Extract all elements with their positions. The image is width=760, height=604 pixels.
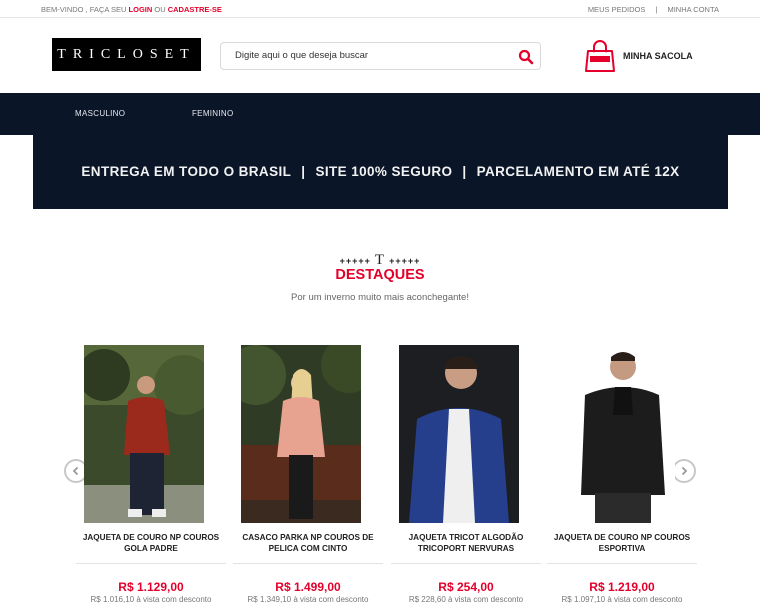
ornament-left: +++++ bbox=[339, 256, 371, 266]
divider bbox=[233, 563, 383, 564]
product-name-line1: JAQUETA DE COURO NP COUROS bbox=[82, 533, 220, 542]
welcome-prefix: BEM-VINDO , FAÇA SEU bbox=[41, 5, 129, 14]
banner-delivery: ENTREGA EM TODO O BRASIL bbox=[81, 164, 292, 179]
ornament-right: +++++ bbox=[389, 256, 421, 266]
product-price: R$ 1.219,00 bbox=[589, 580, 655, 594]
register-link[interactable]: CADASTRE-SE bbox=[168, 5, 222, 14]
divider bbox=[76, 563, 226, 564]
info-banner: ENTREGA EM TODO O BRASIL | SITE 100% SEGUR… bbox=[33, 135, 728, 209]
bag-label[interactable]: MINHA SACOLA bbox=[623, 51, 693, 61]
search-box[interactable] bbox=[220, 42, 541, 70]
search-input[interactable] bbox=[235, 50, 505, 61]
product-name[interactable]: JAQUETA TRICOT ALGODÃO TRICOPORT NERVURA… bbox=[391, 532, 541, 554]
account-links: MEUS PEDIDOS | MINHA CONTA bbox=[588, 5, 719, 14]
top-bar: BEM-VINDO , FAÇA SEU LOGIN OU CADASTRE-S… bbox=[0, 0, 760, 18]
carousel-next-button[interactable] bbox=[672, 459, 696, 483]
search-icon[interactable] bbox=[518, 49, 534, 65]
chevron-left-icon bbox=[72, 466, 79, 476]
section-title: DESTAQUES bbox=[335, 267, 425, 283]
product-photo[interactable] bbox=[84, 345, 204, 523]
ornament-mark: T bbox=[374, 252, 386, 268]
chevron-right-icon bbox=[681, 466, 688, 476]
section-subtitle: Por um inverno muito mais aconchegante! bbox=[291, 292, 469, 303]
shopping-bag-icon[interactable] bbox=[585, 40, 615, 72]
header: TRICLOSET MINHA SACOLA bbox=[0, 18, 760, 93]
my-orders-link[interactable]: MEUS PEDIDOS bbox=[588, 5, 646, 14]
banner-separator: | bbox=[301, 164, 306, 179]
product-name-line1: JAQUETA DE COURO NP COUROS bbox=[553, 533, 691, 542]
login-link[interactable]: LOGIN bbox=[129, 5, 153, 14]
banner-separator: | bbox=[462, 164, 467, 179]
nav-item-masculino[interactable]: MASCULINO bbox=[75, 109, 125, 118]
divider bbox=[391, 563, 541, 564]
product-price: R$ 1.129,00 bbox=[118, 580, 184, 594]
nav-item-feminino[interactable]: FEMININO bbox=[192, 109, 234, 118]
product-name-line2: ESPORTIVA bbox=[598, 544, 646, 553]
banner-secure: SITE 100% SEGURO bbox=[315, 164, 453, 179]
logo[interactable]: TRICLOSET bbox=[52, 38, 201, 71]
product-photo[interactable] bbox=[241, 345, 361, 523]
product-name-line1: JAQUETA TRICOT ALGODÃO bbox=[408, 533, 524, 542]
product-photo[interactable] bbox=[555, 345, 675, 523]
divider bbox=[547, 563, 697, 564]
product-price: R$ 254,00 bbox=[438, 580, 494, 594]
main-nav: MASCULINO FEMININO bbox=[0, 93, 760, 135]
product-name[interactable]: JAQUETA DE COURO NP COUROS ESPORTIVA bbox=[547, 532, 697, 554]
product-photo[interactable] bbox=[399, 345, 519, 523]
welcome-text: BEM-VINDO , FAÇA SEU LOGIN OU CADASTRE-S… bbox=[41, 5, 222, 14]
product-name-line2: TRICOPORT NERVURAS bbox=[417, 544, 515, 553]
product-name-line2: GOLA PADRE bbox=[124, 544, 178, 553]
product-price: R$ 1.499,00 bbox=[275, 580, 341, 594]
ornament: +++++ T +++++ bbox=[339, 252, 421, 268]
product-name[interactable]: CASACO PARKA NP COUROS DE PELICA COM CIN… bbox=[233, 532, 383, 554]
product-name-line1: CASACO PARKA NP COUROS DE bbox=[242, 533, 374, 542]
or-text: OU bbox=[152, 5, 168, 14]
banner-installments: PARCELAMENTO EM ATÉ 12X bbox=[476, 164, 680, 179]
separator: | bbox=[655, 5, 658, 14]
product-name[interactable]: JAQUETA DE COURO NP COUROS GOLA PADRE bbox=[76, 532, 226, 554]
my-account-link[interactable]: MINHA CONTA bbox=[667, 5, 719, 14]
product-name-line2: PELICA COM CINTO bbox=[268, 544, 348, 553]
